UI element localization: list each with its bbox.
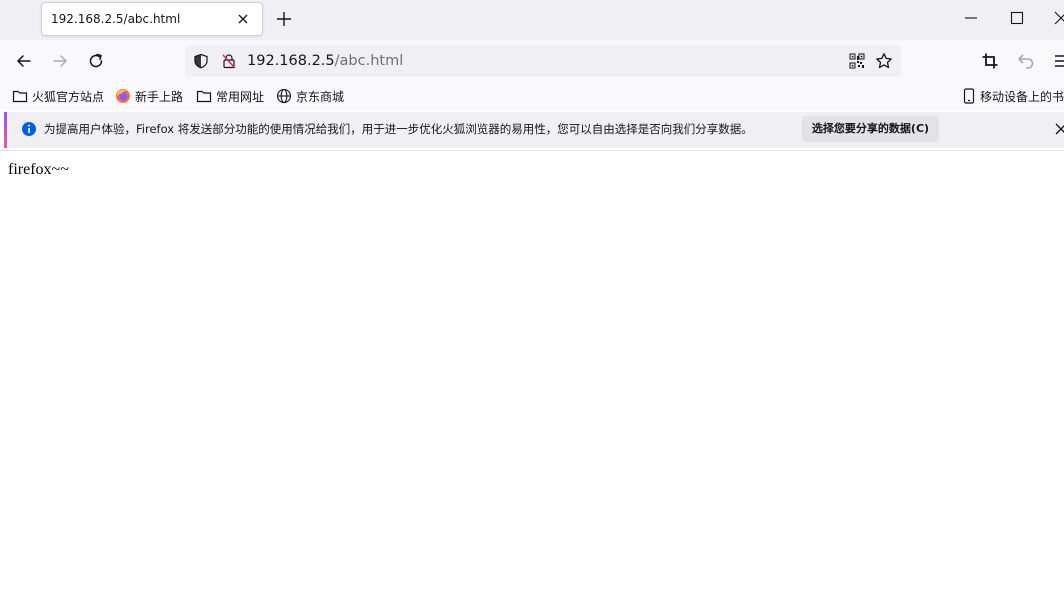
bookmark-label: 常用网址 [216,89,265,104]
page-body-text: firefox~~ [8,161,69,178]
notification-message: 为提高用户体验，Firefox 将发送部分功能的使用情况给我们，用于进一步优化火… [44,122,753,136]
bookmark-label: 京东商城 [296,89,345,104]
tab-active[interactable]: 192.168.2.5/abc.html [41,2,263,36]
bookmark-folder-common-sites[interactable]: 常用网址 [196,82,264,110]
firefox-icon [116,89,130,103]
screenshot-crop-icon[interactable] [981,52,999,70]
url-host: 192.168.2.5 [247,53,335,69]
forward-arrow-icon[interactable] [50,51,70,71]
tab-close-icon[interactable] [234,10,252,28]
choose-data-to-share-button[interactable]: 选择您要分享的数据(C) [802,116,939,142]
info-icon [21,121,37,137]
folder-icon [12,90,28,103]
data-sharing-notification-bar: 为提高用户体验，Firefox 将发送部分功能的使用情况给我们，用于进一步优化火… [4,112,1064,148]
bookmark-star-icon[interactable] [875,52,893,70]
back-arrow-icon[interactable] [14,51,34,71]
url-bar[interactable]: 192.168.2.5/abc.html [185,45,901,77]
mobile-bookmarks[interactable]: 移动设备上的书签 [962,82,1064,110]
app-menu-hamburger-icon[interactable] [1053,52,1064,70]
reload-icon[interactable] [86,51,106,71]
window-minimize-icon[interactable] [963,10,979,26]
mobile-bookmarks-label: 移动设备上的书签 [980,89,1064,104]
folder-icon [196,90,212,103]
url-text[interactable]: 192.168.2.5/abc.html [247,45,403,77]
bookmarks-toolbar: 火狐官方站点 新手上路 常用网址 京东商城 移动设备上的书签 [0,82,1064,110]
bookmark-label: 新手上路 [135,89,184,104]
insecure-lock-icon[interactable] [221,53,237,69]
bookmark-folder-firefox-official[interactable]: 火狐官方站点 [12,82,104,110]
qr-code-icon[interactable] [849,53,865,69]
window-close-icon[interactable] [1053,10,1064,26]
new-tab-plus-icon[interactable] [274,9,294,29]
undo-arrow-icon[interactable] [1017,52,1035,70]
tab-title: 192.168.2.5/abc.html [51,12,181,26]
page-content: firefox~~ [0,151,1064,614]
tracking-protection-shield-icon[interactable] [193,53,209,69]
window-maximize-icon[interactable] [1009,10,1025,26]
mobile-device-icon [963,88,975,104]
url-path: /abc.html [334,53,404,69]
nav-toolbar: 192.168.2.5/abc.html [0,40,1064,82]
bookmark-getting-started[interactable]: 新手上路 [115,82,183,110]
bookmark-jd-mall[interactable]: 京东商城 [276,82,344,110]
notification-close-icon[interactable] [1053,121,1064,137]
tab-strip: 192.168.2.5/abc.html [0,0,1064,40]
bookmark-label: 火狐官方站点 [32,89,105,104]
globe-icon [276,88,292,104]
